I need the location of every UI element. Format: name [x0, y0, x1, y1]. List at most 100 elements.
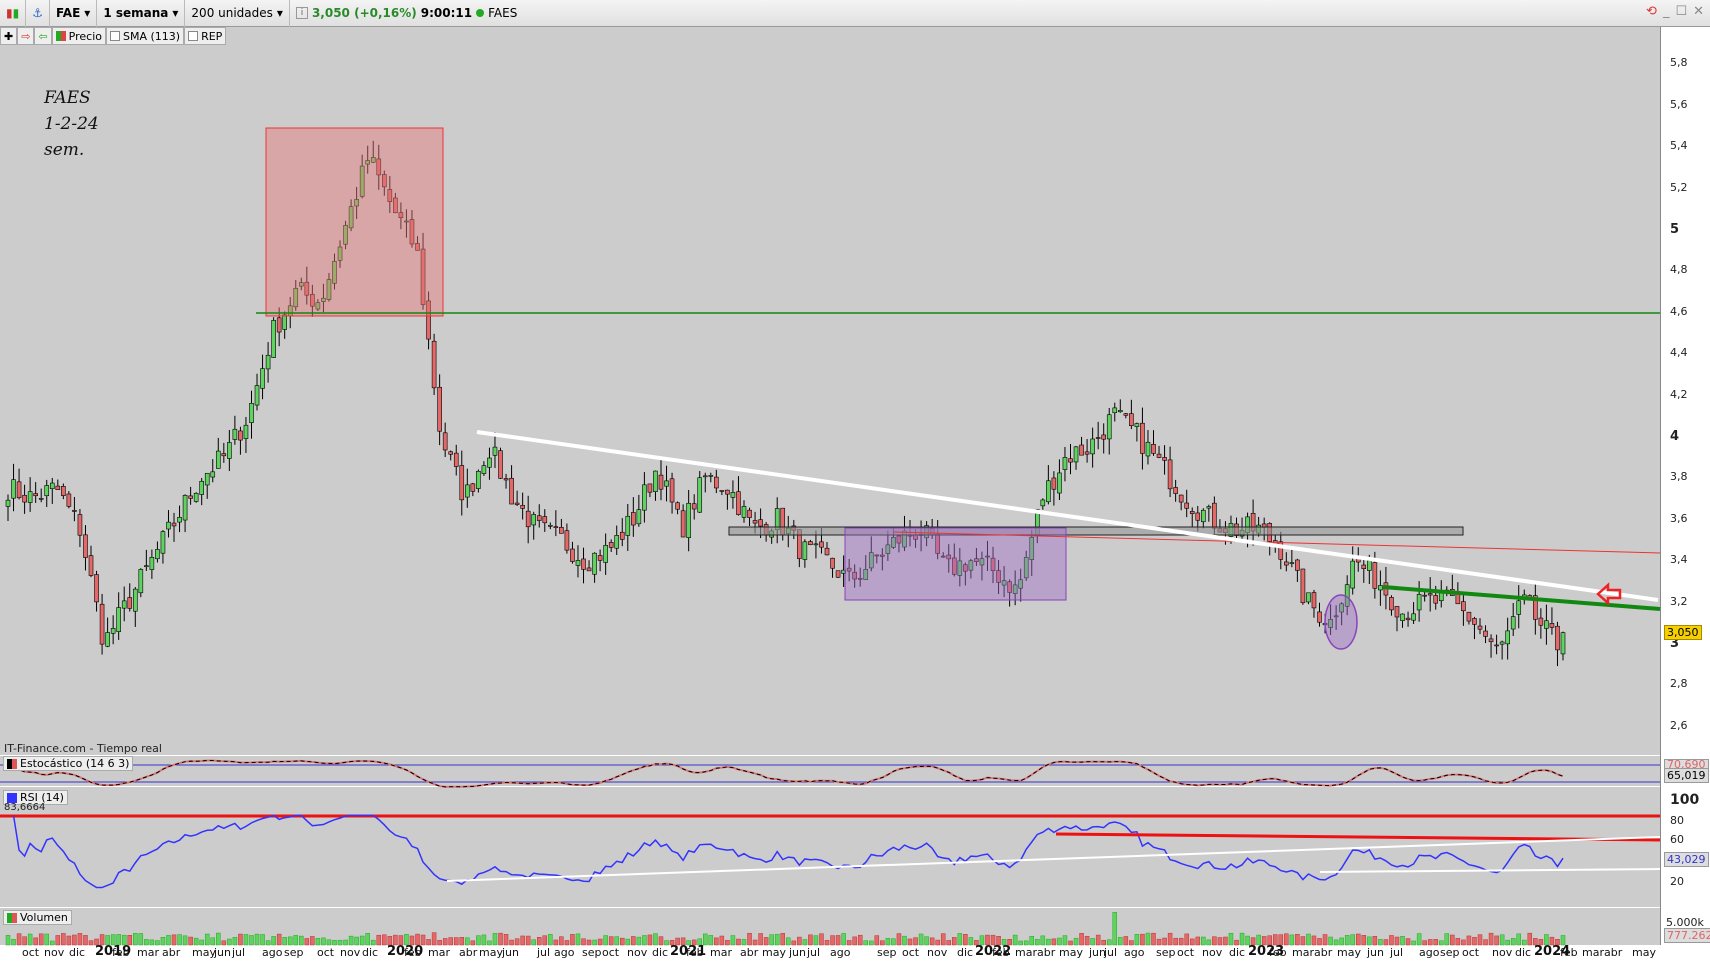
volume-bar [249, 935, 254, 946]
volume-bar [863, 940, 868, 946]
volume-bar [774, 933, 780, 946]
price-toggle[interactable]: Precio [51, 27, 106, 45]
rsi-tick: 60 [1670, 833, 1684, 846]
volume-bar [72, 934, 77, 946]
candle [1051, 477, 1057, 490]
candle [177, 517, 182, 523]
time-tick: sep [284, 946, 304, 959]
volume-bar [891, 938, 896, 946]
volume-bar [22, 936, 27, 946]
candle [149, 556, 155, 570]
volume-bar [1140, 933, 1145, 946]
volume-bar [459, 937, 465, 946]
volume-bar [714, 937, 719, 946]
time-tick: ago [1124, 946, 1145, 959]
volume-bar [1101, 939, 1106, 946]
candle [509, 477, 514, 505]
candle [77, 514, 83, 536]
candle [1140, 422, 1145, 454]
volume-bar [725, 940, 730, 946]
volume-bar [1472, 937, 1477, 946]
candle [564, 530, 570, 551]
candle [481, 465, 487, 474]
time-tick: sep [1440, 946, 1460, 959]
chart-svg [0, 127, 1661, 946]
candle [221, 453, 227, 457]
stochastic-d-line [7, 759, 1564, 788]
rep-checkbox[interactable]: REP [184, 27, 227, 45]
volume-bar [1499, 934, 1505, 946]
candle [492, 446, 498, 456]
import-icon: ⇦ [38, 29, 48, 43]
volume-bar [1012, 934, 1018, 946]
candle [697, 477, 703, 513]
volume-bar [1079, 933, 1084, 946]
time-tick: ago [262, 946, 283, 959]
candle [127, 597, 133, 609]
candle [714, 476, 719, 489]
volume-bar [929, 937, 935, 946]
candle [442, 432, 448, 451]
candle [1477, 625, 1483, 630]
volume-bar [276, 933, 282, 946]
candle [1560, 632, 1566, 655]
candle [204, 472, 210, 486]
time-tick: feb [1269, 946, 1287, 959]
candle [33, 493, 38, 497]
candle [1488, 638, 1494, 643]
time-tick: nov [1202, 946, 1223, 959]
candle [664, 480, 669, 487]
volume-bar [924, 936, 929, 946]
volume-bar [824, 940, 830, 946]
volume-bar [1328, 936, 1333, 946]
import-button[interactable]: ⇦ [34, 27, 52, 45]
sma-checkbox[interactable]: SMA (113) [105, 27, 185, 45]
volume-bar [254, 933, 260, 946]
checkbox-icon [109, 31, 120, 41]
volume-bar [1029, 935, 1035, 946]
candle [94, 574, 99, 603]
volume-bar [586, 939, 592, 946]
volume-bar [874, 935, 880, 946]
candle [553, 526, 559, 528]
time-tick: feb [686, 946, 704, 959]
volume-bar [1394, 936, 1400, 946]
volume-bar [1494, 935, 1499, 946]
candle [227, 442, 232, 459]
time-tick: oct [317, 946, 335, 959]
stochastic-label[interactable]: Estocástico (14 6 3) [3, 756, 134, 771]
price-label: Precio [68, 29, 102, 43]
candle [1505, 630, 1510, 645]
candle [453, 452, 459, 467]
volume-bar [343, 939, 348, 946]
volume-bar [664, 940, 669, 946]
time-tick: feb [404, 946, 422, 959]
candle [199, 480, 204, 495]
volume-bar [620, 937, 625, 946]
candle [1555, 625, 1560, 651]
candle [271, 320, 276, 358]
volume-bar [813, 935, 819, 946]
note-line: 1-2-24 [44, 114, 99, 134]
time-tick: jul [232, 946, 246, 959]
candle [243, 424, 249, 439]
time-tick: jun [502, 946, 519, 959]
volume-bar [1510, 938, 1516, 946]
add-indicator-button[interactable]: ✚ [0, 27, 18, 45]
volume-bar [1306, 933, 1311, 946]
volume-bar [1239, 932, 1245, 946]
volume-bar [1095, 934, 1101, 946]
candle [1394, 606, 1400, 618]
volume-bar [614, 936, 619, 946]
volume-bar [1311, 935, 1317, 946]
export-button[interactable]: ⇨ [17, 27, 35, 45]
volume-bar [531, 939, 536, 946]
candle [708, 475, 714, 477]
volume-bar [1339, 937, 1344, 946]
candle [824, 547, 830, 556]
candle [215, 450, 221, 469]
candle [1173, 487, 1178, 494]
volume-bar [1051, 938, 1057, 946]
export-icon: ⇨ [21, 29, 31, 43]
volume-label[interactable]: Volumen [3, 910, 72, 925]
